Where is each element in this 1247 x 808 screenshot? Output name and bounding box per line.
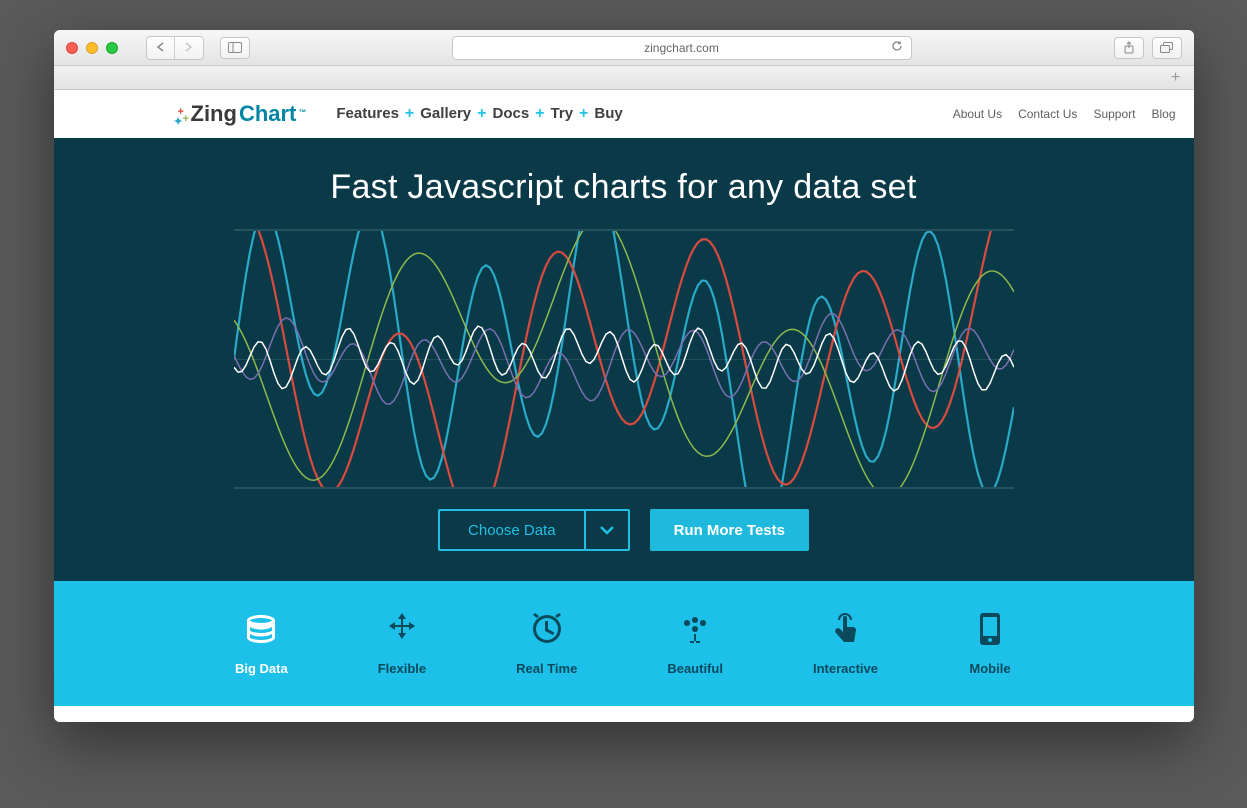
logo[interactable]: ✦ + + Zing Chart ™	[174, 101, 307, 127]
toolbar-right	[1114, 37, 1182, 59]
interactive-icon	[823, 607, 867, 651]
feature-real-time[interactable]: Real Time	[516, 607, 577, 676]
hero-chart	[234, 229, 1014, 489]
browser-window: zingchart.com + ✦ + + Zing	[54, 30, 1194, 722]
hero-headline: Fast Javascript charts for any data set	[54, 168, 1194, 207]
nav-separator: +	[477, 105, 486, 123]
feature-beautiful[interactable]: Beautiful	[667, 607, 723, 676]
feature-label: Big Data	[235, 661, 288, 676]
hero-controls: Choose Data Run More Tests	[54, 509, 1194, 551]
titlebar: zingchart.com	[54, 30, 1194, 66]
choose-data-label: Choose Data	[440, 511, 584, 549]
nav-buy[interactable]: Buy	[594, 105, 622, 123]
feature-mobile[interactable]: Mobile	[968, 607, 1012, 676]
logo-tm: ™	[298, 108, 306, 117]
nav-back-forward	[146, 36, 204, 60]
subnav-contact-us[interactable]: Contact Us	[1018, 107, 1077, 121]
logo-accent-icon: ✦ + +	[174, 109, 188, 127]
main-nav: Features + Gallery + Docs + Try + Buy	[336, 105, 622, 123]
bottom-strip	[54, 706, 1194, 722]
feature-label: Real Time	[516, 661, 577, 676]
flexible-icon	[380, 607, 424, 651]
chart-midline	[234, 359, 1014, 360]
nav-separator: +	[405, 105, 414, 123]
nav-try[interactable]: Try	[551, 105, 574, 123]
url-text: zingchart.com	[644, 41, 719, 55]
nav-separator: +	[579, 105, 588, 123]
choose-data-dropdown[interactable]: Choose Data	[438, 509, 630, 551]
beautiful-icon	[673, 607, 717, 651]
nav-docs[interactable]: Docs	[492, 105, 529, 123]
mobile-icon	[968, 607, 1012, 651]
feature-strip: Big Data Flexible Real Time Beautiful Intera…	[54, 581, 1194, 706]
feature-interactive[interactable]: Interactive	[813, 607, 878, 676]
feature-label: Interactive	[813, 661, 878, 676]
tab-bar: +	[54, 66, 1194, 90]
close-window-button[interactable]	[66, 42, 78, 54]
chevron-down-icon	[584, 511, 628, 549]
address-bar-wrap: zingchart.com	[258, 36, 1106, 60]
nav-gallery[interactable]: Gallery	[420, 105, 471, 123]
tabs-button[interactable]	[1152, 37, 1182, 59]
nav-separator: +	[535, 105, 544, 123]
feature-label: Flexible	[378, 661, 426, 676]
subnav-blog[interactable]: Blog	[1151, 107, 1175, 121]
minimize-window-button[interactable]	[86, 42, 98, 54]
feature-big-data[interactable]: Big Data	[235, 607, 288, 676]
logo-text-zing: Zing	[191, 101, 237, 127]
nav-features[interactable]: Features	[336, 105, 399, 123]
sidebar-button[interactable]	[220, 37, 250, 59]
subnav-about-us[interactable]: About Us	[953, 107, 1002, 121]
feature-label: Beautiful	[667, 661, 723, 676]
real-time-icon	[525, 607, 569, 651]
address-bar[interactable]: zingchart.com	[452, 36, 912, 60]
window-controls	[66, 42, 118, 54]
reload-icon[interactable]	[891, 40, 903, 55]
big-data-icon	[239, 607, 283, 651]
back-button[interactable]	[147, 37, 175, 59]
zoom-window-button[interactable]	[106, 42, 118, 54]
subnav-support[interactable]: Support	[1093, 107, 1135, 121]
share-button[interactable]	[1114, 37, 1144, 59]
logo-text-chart: Chart	[239, 101, 296, 127]
run-tests-button[interactable]: Run More Tests	[650, 509, 809, 551]
forward-button[interactable]	[175, 37, 203, 59]
site-header: ✦ + + Zing Chart ™ Features + Gallery + …	[54, 90, 1194, 138]
hero: Fast Javascript charts for any data set …	[54, 138, 1194, 581]
feature-label: Mobile	[968, 661, 1012, 676]
feature-flexible[interactable]: Flexible	[378, 607, 426, 676]
new-tab-button[interactable]: +	[1164, 69, 1188, 87]
secondary-nav: About Us Contact Us Support Blog	[953, 107, 1176, 121]
